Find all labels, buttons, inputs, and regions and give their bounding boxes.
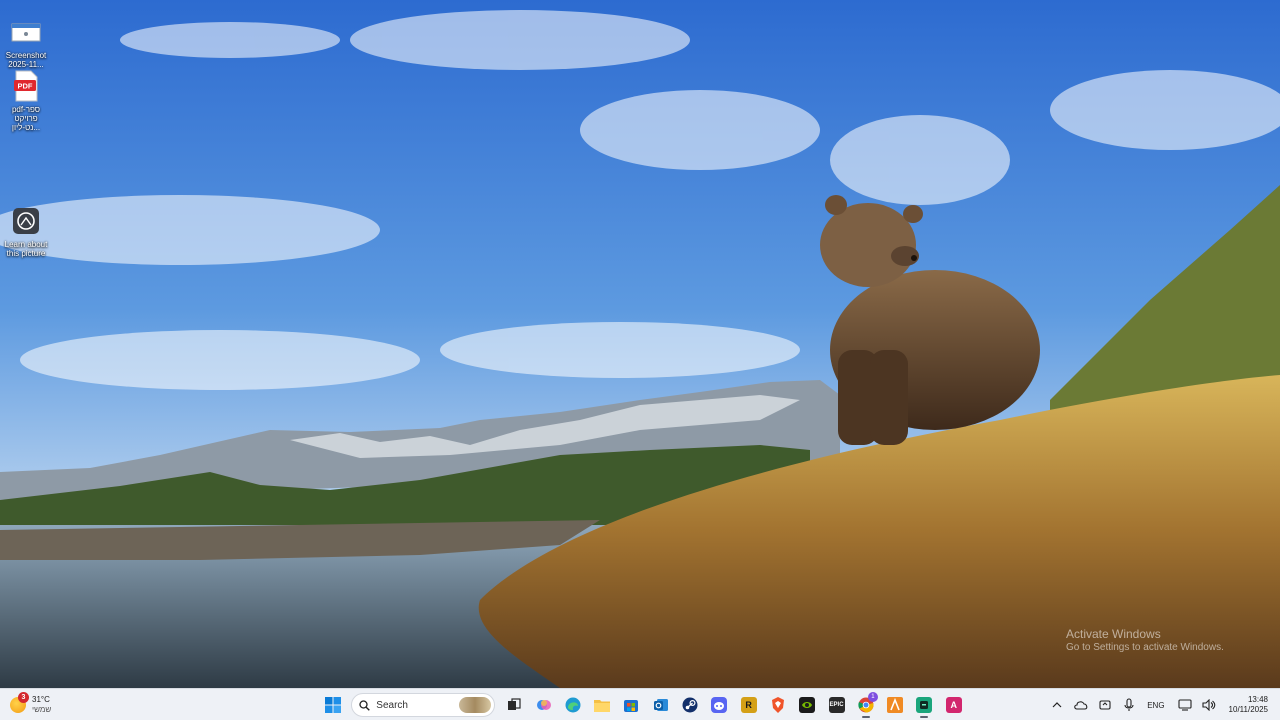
edge-button[interactable] bbox=[560, 692, 586, 718]
chevron-up-icon bbox=[1052, 702, 1062, 708]
weather-condition: שמשי bbox=[32, 705, 52, 714]
microphone-icon bbox=[1124, 698, 1134, 711]
network-tray-button[interactable] bbox=[1175, 695, 1195, 715]
chrome-button[interactable]: 1 bbox=[853, 692, 879, 718]
gold-app-button[interactable]: R bbox=[736, 692, 762, 718]
microsoft-store-button[interactable] bbox=[618, 692, 644, 718]
outlook-button[interactable] bbox=[648, 692, 674, 718]
discord-button[interactable] bbox=[706, 692, 732, 718]
desktop-wallpaper bbox=[0, 0, 1280, 688]
search-placeholder: Search bbox=[376, 699, 408, 711]
watermark-title: Activate Windows bbox=[1066, 627, 1161, 641]
input-language-indicator[interactable]: ENG bbox=[1147, 701, 1164, 710]
epic-games-icon: EPIC bbox=[828, 697, 845, 713]
svg-text:PDF: PDF bbox=[18, 82, 33, 91]
microphone-tray-button[interactable] bbox=[1119, 695, 1139, 715]
weather-widget[interactable]: 3 31°C שמשי bbox=[10, 692, 51, 718]
show-hidden-icons-button[interactable] bbox=[1047, 695, 1067, 715]
clock-date: 10/11/2025 bbox=[1228, 705, 1268, 714]
desktop-icon-label: Learn about this picture bbox=[4, 240, 48, 258]
taskbar-center: Search R EPIC 1 A bbox=[320, 692, 970, 718]
nvidia-button[interactable] bbox=[794, 692, 820, 718]
pdf-file-icon: PDF bbox=[10, 70, 42, 102]
desktop-icon-label: Screenshot 2025-11... bbox=[5, 51, 47, 69]
windows-start-icon bbox=[325, 697, 341, 713]
orange-app-icon bbox=[887, 697, 904, 713]
volume-tray-button[interactable] bbox=[1199, 695, 1219, 715]
task-view-icon bbox=[508, 698, 521, 710]
taskbar-clock[interactable]: 13:48 10/11/2025 bbox=[1229, 695, 1268, 715]
edge-icon bbox=[565, 697, 581, 713]
pink-app-icon: A bbox=[945, 697, 962, 713]
steam-button[interactable] bbox=[677, 692, 703, 718]
desktop-icon-screenshot[interactable]: Screenshot 2025-11... bbox=[0, 16, 52, 69]
taskbar: 3 31°C שמשי Search R EPIC 1 A ENG 13:48 … bbox=[0, 688, 1280, 720]
pink-app-button[interactable]: A bbox=[941, 692, 967, 718]
camera-circle-icon bbox=[10, 205, 42, 237]
terminal-app-button[interactable] bbox=[911, 692, 937, 718]
outlook-icon bbox=[653, 699, 668, 711]
activate-windows-watermark: Activate Windows Go to Settings to activ… bbox=[1066, 627, 1224, 654]
system-tray: ENG 13:48 10/11/2025 bbox=[1045, 689, 1280, 720]
orange-app-button[interactable] bbox=[882, 692, 908, 718]
screenshot-file-icon bbox=[10, 16, 42, 48]
weather-temperature: 31°C bbox=[32, 695, 50, 704]
brave-button[interactable] bbox=[765, 692, 791, 718]
copilot-icon bbox=[536, 700, 551, 710]
file-explorer-icon bbox=[594, 700, 611, 712]
epic-games-button[interactable]: EPIC bbox=[824, 692, 850, 718]
sync-icon bbox=[1099, 700, 1111, 710]
copilot-button[interactable] bbox=[531, 692, 557, 718]
file-explorer-button[interactable] bbox=[589, 692, 615, 718]
desktop-icon-label: pdf-ספר פרויקט נט-ליון... bbox=[11, 105, 41, 132]
onedrive-tray-button[interactable] bbox=[1071, 695, 1091, 715]
start-button[interactable] bbox=[320, 692, 346, 718]
sync-tray-button[interactable] bbox=[1095, 695, 1115, 715]
network-icon bbox=[1177, 699, 1192, 711]
search-icon bbox=[359, 699, 371, 711]
speaker-icon bbox=[1201, 699, 1215, 711]
microsoft-store-icon bbox=[624, 700, 639, 712]
gold-app-icon: R bbox=[740, 697, 757, 713]
sun-icon: 3 bbox=[10, 692, 29, 713]
chrome-notification-badge: 1 bbox=[867, 692, 878, 702]
discord-icon bbox=[711, 697, 728, 713]
notification-badge: 3 bbox=[18, 692, 29, 703]
task-view-button[interactable] bbox=[501, 692, 527, 718]
taskbar-search-box[interactable]: Search bbox=[351, 693, 496, 717]
steam-icon bbox=[682, 697, 698, 713]
cloud-icon bbox=[1074, 701, 1088, 710]
clock-time: 13:48 bbox=[1247, 695, 1268, 704]
terminal-app-icon bbox=[916, 697, 933, 713]
nvidia-icon bbox=[799, 697, 816, 713]
search-highlight-image bbox=[459, 697, 492, 713]
desktop-icon-pdf[interactable]: PDF pdf-ספר פרויקט נט-ליון... bbox=[0, 70, 52, 132]
watermark-subtitle: Go to Settings to activate Windows. bbox=[1066, 642, 1224, 653]
brave-icon bbox=[771, 697, 784, 713]
desktop-icon-learn-about-picture[interactable]: Learn about this picture bbox=[0, 205, 52, 258]
